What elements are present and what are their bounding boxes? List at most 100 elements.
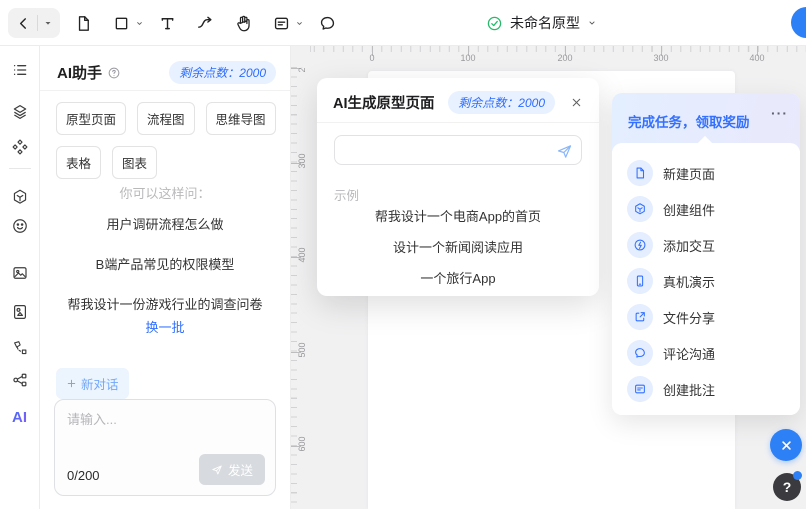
task-list: 新建页面 创建组件 添加交互 [612,143,800,415]
new-chat-label: 新对话 [81,374,119,393]
saved-check-icon [486,15,503,32]
task-label: 评论沟通 [663,344,715,363]
design-file-icon[interactable] [9,301,31,323]
tab-table[interactable]: 表格 [56,146,101,179]
task-reward-panel: 完成任务，领取奖励 ··· 新建页面 创建组件 [612,93,800,415]
tab-flowchart[interactable]: 流程图 [137,102,195,135]
chat-bubble-icon [318,14,337,33]
ruler-label: 400 [297,240,307,270]
assets-3d-icon[interactable] [9,186,31,208]
task-item-annotation[interactable]: 创建批注 [612,371,800,407]
document-title-group[interactable]: 未命名原型 [486,0,597,46]
ruler-ticks [310,46,806,52]
comment-box-icon [272,14,291,33]
ruler-label: 300 [653,53,668,63]
modal-header: AI生成原型页面 剩余点数：2000 [333,90,587,114]
title-caret-icon[interactable] [587,18,597,28]
plus-icon [66,378,77,389]
task-item-comment[interactable]: 评论沟通 [612,335,800,371]
ai-generate-modal: AI生成原型页面 剩余点数：2000 示例 帮我设计一个电商App的首页 设计一… [317,78,599,296]
frame-icon [112,14,131,33]
more-options-button[interactable]: ··· [771,105,788,121]
image-icon[interactable] [9,262,31,284]
ai-logo: AI [12,409,27,426]
comment-box-tool-button[interactable] [266,8,296,38]
ruler-label: 600 [297,429,307,459]
suggestion-item[interactable]: 帮我设计一份游戏行业的调查问卷 [40,294,290,313]
modal-prompt-input-wrap [334,135,582,165]
pen-path-icon[interactable] [9,337,31,359]
back-menu-caret-icon[interactable] [43,18,53,28]
refresh-suggestions-link[interactable]: 换一批 [40,317,290,336]
emoji-icon[interactable] [9,215,31,237]
task-label: 真机演示 [663,272,715,291]
ai-panel-header: AI助手 剩余点数：2000 [57,61,276,84]
frame-tool-caret-icon[interactable] [135,19,144,28]
components-icon[interactable] [9,136,31,158]
pages-list-icon[interactable] [9,59,31,81]
modal-close-button[interactable] [565,91,587,113]
modal-points-badge: 剩余点数：2000 [448,91,555,114]
task-item-device-preview[interactable]: 真机演示 [612,263,800,299]
task-label: 新建页面 [663,164,715,183]
task-item-new-page[interactable]: 新建页面 [612,155,800,191]
dismiss-panel-button[interactable] [770,429,802,461]
canvas-area[interactable]: 0 100 200 300 400 200 300 400 500 600 AI… [291,46,806,509]
new-page-icon [627,160,653,186]
chat-input-field[interactable] [67,409,265,455]
text-tool-button[interactable] [152,8,182,38]
task-item-file-share[interactable]: 文件分享 [612,299,800,335]
ruler-label: 100 [460,53,475,63]
help-button[interactable]: ? [773,473,801,501]
layers-icon[interactable] [9,101,31,123]
example-item[interactable]: 设计一个新闻阅读应用 [317,237,599,256]
task-item-add-interaction[interactable]: 添加交互 [612,227,800,263]
tab-prototype-page[interactable]: 原型页面 [56,102,126,135]
back-icon[interactable] [15,15,32,32]
chat-input-card: 0/200 发送 [54,399,276,496]
connector-tool-button[interactable] [190,8,220,38]
back-control[interactable] [8,8,60,38]
ruler-label: 200 [557,53,572,63]
suggestion-item[interactable]: B端产品常见的权限模型 [40,254,290,273]
close-icon [779,438,794,453]
send-button[interactable]: 发送 [199,454,265,485]
ruler-label: 400 [749,53,764,63]
ai-assistant-panel: AI助手 剩余点数：2000 原型页面 流程图 思维导图 表格 图表 你可以这样… [40,46,291,509]
points-badge: 剩余点数：2000 [169,61,276,84]
document-title: 未命名原型 [510,13,580,33]
ruler-label: 300 [297,146,307,176]
tab-chart[interactable]: 图表 [112,146,157,179]
hand-tool-button[interactable] [228,8,258,38]
divider [37,15,38,31]
user-avatar[interactable] [791,7,806,38]
frame-tool-button[interactable] [106,8,136,38]
comment-tool-caret-icon[interactable] [295,19,304,28]
vertical-ruler: 200 300 400 500 600 [291,67,310,509]
device-preview-icon [627,268,653,294]
task-item-create-component[interactable]: 创建组件 [612,191,800,227]
share-graph-icon[interactable] [9,369,31,391]
example-item[interactable]: 帮我设计一个电商App的首页 [317,206,599,225]
example-item[interactable]: 一个旅行App [317,268,599,287]
ai-sidebar-item[interactable]: AI [9,406,31,428]
new-page-tool-button[interactable] [68,8,98,38]
chat-bubble-tool-button[interactable] [312,8,342,38]
hand-icon [234,14,253,33]
new-chat-button[interactable]: 新对话 [56,368,129,399]
examples-label: 示例 [334,185,359,204]
app-root: 未命名原型 [0,0,806,509]
task-label: 文件分享 [663,308,715,327]
suggestion-list: 用户调研流程怎么做 B端产品常见的权限模型 帮我设计一份游戏行业的调查问卷 [40,214,290,334]
add-interaction-icon [627,232,653,258]
create-component-icon [627,196,653,222]
ruler-label: 500 [297,335,307,365]
send-plane-icon[interactable] [556,143,573,160]
notification-dot [793,471,802,480]
help-circle-icon[interactable] [107,66,121,80]
ai-mode-tabs: 原型页面 流程图 思维导图 表格 图表 [56,102,278,179]
task-label: 创建组件 [663,200,715,219]
suggestion-item[interactable]: 用户调研流程怎么做 [40,214,290,233]
modal-prompt-input[interactable] [345,136,545,164]
tab-mindmap[interactable]: 思维导图 [206,102,276,135]
